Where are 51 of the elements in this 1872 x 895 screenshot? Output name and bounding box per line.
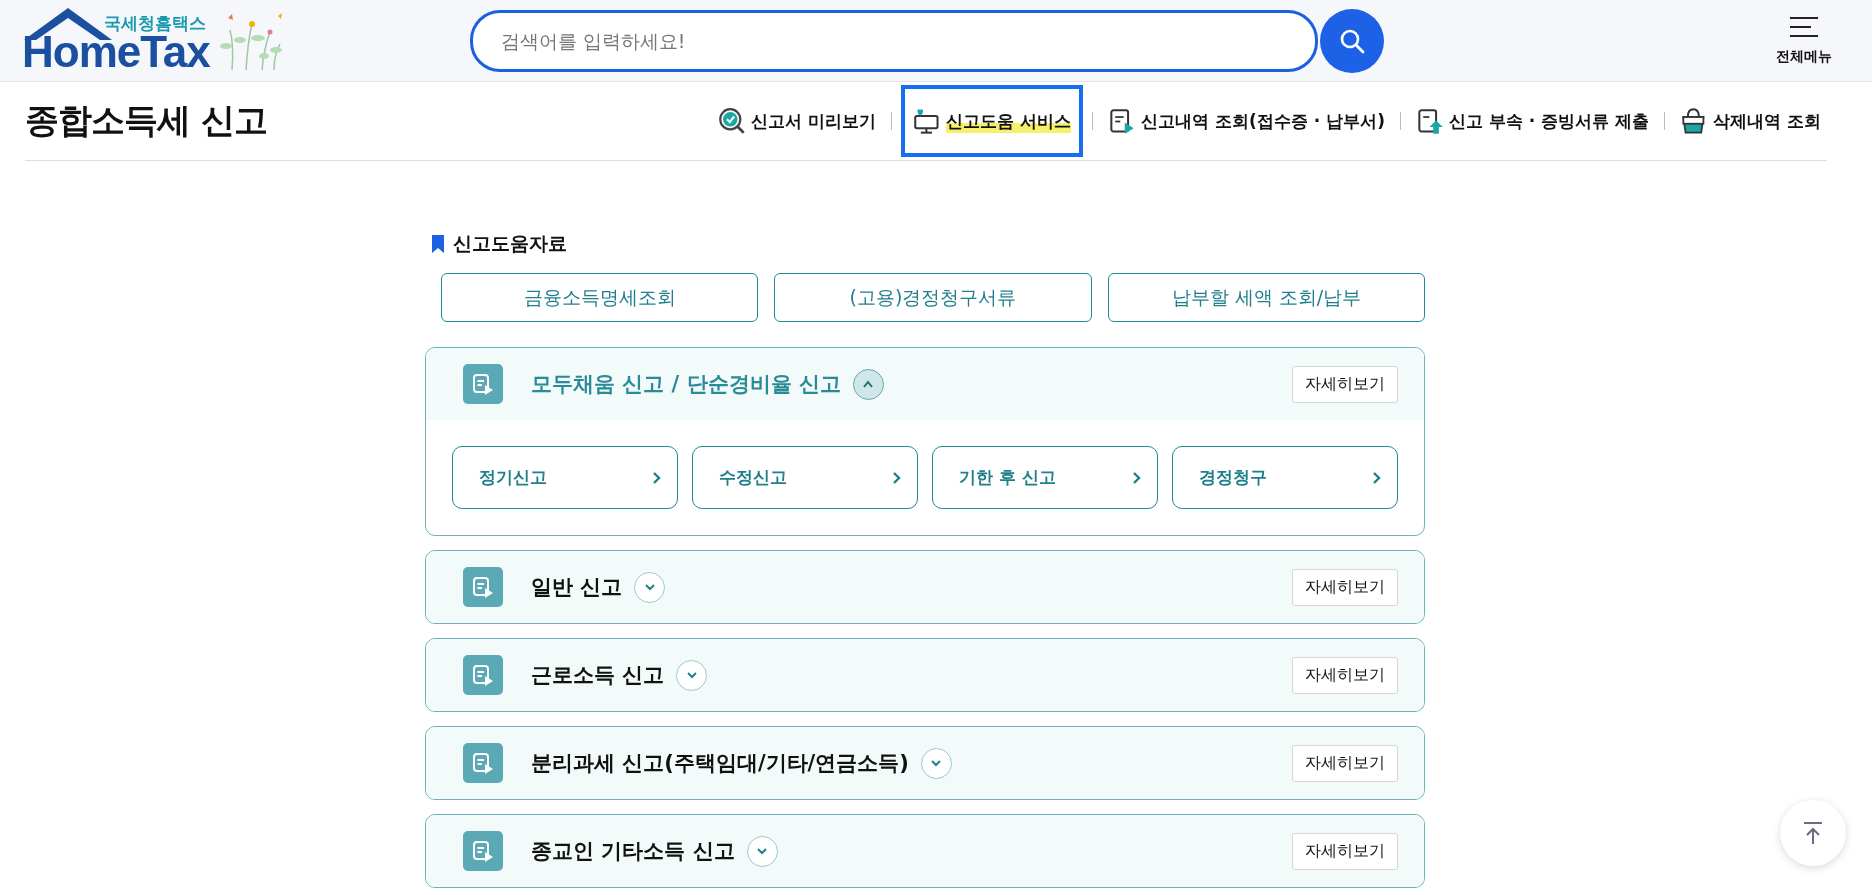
accordion-title: 모두채움 신고 / 단순경비율 신고 <box>531 371 841 398</box>
document-play-icon <box>463 655 503 695</box>
search-icon <box>1338 27 1365 54</box>
details-button[interactable]: 자세히보기 <box>1292 365 1398 403</box>
expand-toggle[interactable] <box>634 571 666 603</box>
document-play-icon <box>463 831 503 871</box>
chevron-right-icon <box>892 470 901 485</box>
details-button[interactable]: 자세히보기 <box>1292 832 1398 870</box>
details-button[interactable]: 자세히보기 <box>1292 744 1398 782</box>
header-link[interactable]: 신고 부속 · 증빙서류 제출 <box>1409 85 1656 157</box>
header-link[interactable]: 신고서 미리보기 <box>712 85 883 157</box>
expand-toggle[interactable] <box>920 747 952 779</box>
details-button[interactable]: 자세히보기 <box>1292 568 1398 606</box>
resource-button[interactable]: 금융소득명세조회 <box>441 273 759 322</box>
document-play-icon <box>463 364 503 404</box>
bookmark-icon <box>431 234 445 254</box>
accordion-title: 종교인 기타소득 신고 <box>531 838 735 865</box>
menu-icon <box>1789 15 1819 38</box>
chevron-down-icon <box>643 583 656 591</box>
chevron-right-icon <box>652 470 661 485</box>
menu-button[interactable]: 전체메뉴 <box>1776 15 1832 66</box>
logo-subtitle: 국세청홈택스 <box>103 13 206 32</box>
filing-type-button[interactable]: 경정청구 <box>1172 446 1398 509</box>
page-title: 종합소득세 신고 <box>25 99 267 142</box>
chevron-right-icon <box>1372 470 1381 485</box>
accordion-title: 분리과세 신고(주택임대/기타/연금소득) <box>531 750 909 777</box>
details-button[interactable]: 자세히보기 <box>1292 656 1398 694</box>
scroll-top-button[interactable] <box>1780 800 1846 866</box>
chevron-down-icon <box>756 847 769 855</box>
filing-type-button[interactable]: 정기신고 <box>452 446 678 509</box>
expand-toggle[interactable] <box>746 835 778 867</box>
filing-type-button[interactable]: 수정신고 <box>692 446 918 509</box>
chevron-down-icon <box>930 759 943 767</box>
chevron-down-icon <box>685 671 698 679</box>
document-play-icon <box>463 567 503 607</box>
section-title: 신고도움자료 <box>453 231 567 256</box>
header-link[interactable]: 신고내역 조회(접수증 · 납부서) <box>1102 85 1391 157</box>
logo-text[interactable]: HomeTax <box>22 31 210 72</box>
header-link[interactable]: 삭제내역 조회 <box>1674 85 1827 157</box>
chevron-up-icon <box>862 380 875 388</box>
expand-toggle[interactable] <box>676 659 708 691</box>
search-field[interactable]: 검색어를 입력하세요! <box>469 9 1318 72</box>
resource-button[interactable]: (고용)경정청구서류 <box>774 273 1092 322</box>
accordion-title: 일반 신고 <box>531 574 623 601</box>
resource-button[interactable]: 납부할 세액 조회/납부 <box>1107 273 1425 322</box>
filing-type-button[interactable]: 기한 후 신고 <box>932 446 1158 509</box>
chevron-right-icon <box>1132 470 1141 485</box>
document-upload-icon <box>1415 106 1445 136</box>
document-play-icon <box>463 743 503 783</box>
accordion-title: 근로소득 신고 <box>531 662 665 689</box>
expand-toggle[interactable] <box>852 368 884 400</box>
